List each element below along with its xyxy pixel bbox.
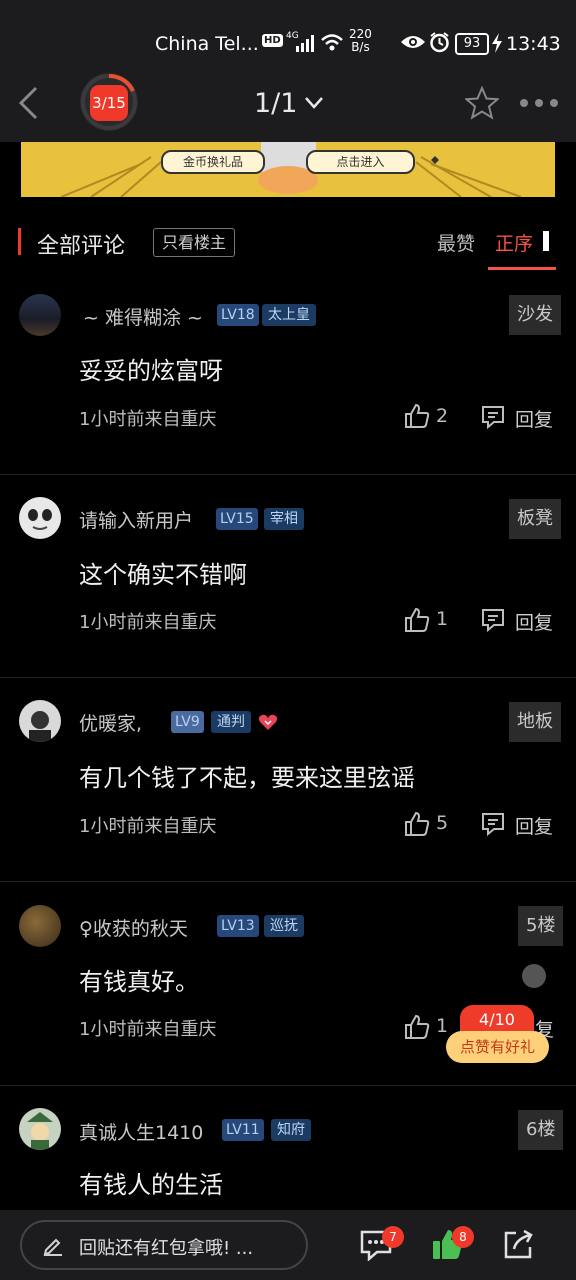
rank-badge: 知府 [271, 1119, 311, 1141]
thumbs-up-icon[interactable] [404, 607, 430, 633]
like-count-badge: 8 [452, 1226, 474, 1248]
comment-meta: 1小时前来自重庆 [79, 612, 217, 633]
comment-content[interactable]: 有钱真好。 [79, 962, 199, 997]
floating-dot-icon[interactable] [522, 964, 546, 988]
comment-username[interactable]: ♀收获的秋天 [79, 914, 188, 941]
floor-label: 板凳 [509, 499, 561, 539]
edit-pencil-icon [43, 1238, 62, 1256]
comment-divider [0, 474, 576, 475]
floor-label: 5楼 [518, 906, 564, 946]
comment-divider [0, 881, 576, 882]
comment-username[interactable]: ~ 难得糊涂 ~ [83, 303, 203, 330]
star-icon[interactable] [465, 86, 499, 120]
reply-icon[interactable] [480, 404, 506, 430]
rank-badge: 宰相 [264, 508, 304, 530]
rank-badge: 巡抚 [264, 915, 304, 937]
cartoon-avatar-icon [27, 1112, 53, 1150]
comment-username[interactable]: 请输入新用户 [79, 506, 193, 533]
page-indicator[interactable]: 1/1 [254, 88, 297, 119]
level-badge: LV18 [217, 304, 259, 326]
back-arrow-icon[interactable] [16, 85, 40, 121]
reply-button[interactable]: 回复 [515, 608, 553, 635]
comment-content[interactable]: 这个确实不错啊 [79, 555, 247, 590]
comment-meta: 1小时前来自重庆 [79, 1019, 217, 1040]
thumbs-up-icon[interactable] [404, 811, 430, 837]
clock: 13:43 [506, 33, 561, 55]
wifi-icon [321, 34, 343, 51]
section-accent-bar [18, 228, 21, 255]
heart-icon [258, 714, 278, 730]
comment-divider [0, 677, 576, 678]
comment-username[interactable]: 真诚人生1410 [79, 1118, 203, 1145]
comment-username[interactable]: 优暖家, [79, 709, 142, 736]
like-count: 1 [436, 608, 449, 630]
reply-icon[interactable] [480, 607, 506, 633]
like-reward-promo-button[interactable]: 点赞有好礼 [446, 1031, 549, 1063]
sort-indicator-icon [543, 231, 549, 251]
eye-icon [401, 36, 425, 48]
timer-badge: 3/15 [90, 85, 128, 121]
promo-banner[interactable]: 金币换礼品 点击进入 [21, 142, 555, 197]
level-badge: LV9 [171, 711, 204, 733]
thumbs-up-icon[interactable] [404, 1014, 430, 1040]
reply-button[interactable]: 回复 [515, 405, 553, 432]
level-badge: LV15 [216, 508, 258, 530]
level-badge: LV13 [217, 915, 259, 937]
like-count: 5 [436, 812, 449, 834]
avatar[interactable] [19, 497, 61, 539]
carrier-label: China Tel... [155, 33, 259, 55]
avatar[interactable] [19, 905, 61, 947]
alarm-icon [430, 32, 449, 53]
battery-level: 93 [463, 36, 481, 51]
floor-label: 6楼 [518, 1110, 564, 1150]
comment-content[interactable]: 有钱人的生活 [79, 1165, 223, 1200]
net-speed-value: 220 [349, 27, 372, 41]
hd-badge: HD [262, 34, 283, 47]
share-icon[interactable] [502, 1229, 534, 1261]
floor-label: 地板 [509, 702, 561, 742]
more-icon[interactable] [519, 98, 559, 108]
banner-right-pill: 点击进入 [306, 150, 415, 174]
floor-label: 沙发 [509, 295, 561, 335]
reply-button[interactable]: 回复 [515, 812, 553, 839]
reply-icon[interactable] [480, 811, 506, 837]
comment-content[interactable]: 有几个钱了不起，要来这里弦谣 [79, 758, 415, 793]
comment-divider [0, 1085, 576, 1086]
active-sort-underline [488, 267, 556, 270]
comment-content[interactable]: 妥妥的炫富呀 [79, 351, 223, 386]
charging-icon [492, 33, 502, 53]
chevron-down-icon[interactable] [304, 96, 324, 110]
comment-meta: 1小时前来自重庆 [79, 409, 217, 430]
like-count: 2 [436, 405, 449, 427]
rank-badge: 太上皇 [262, 304, 316, 326]
panda-avatar-icon [28, 509, 52, 530]
banner-rays-illustration [60, 142, 522, 197]
comment-meta: 1小时前来自重庆 [79, 816, 217, 837]
rank-badge: 通判 [211, 711, 251, 733]
like-count: 1 [436, 1015, 449, 1037]
comment-count-badge: 7 [382, 1226, 404, 1248]
person-avatar-icon [29, 711, 51, 742]
thumbs-up-icon[interactable] [404, 403, 430, 429]
avatar[interactable] [19, 1108, 61, 1150]
banner-left-pill: 金币换礼品 [161, 150, 265, 174]
battery-icon: 93 [455, 33, 489, 55]
signal-icon [296, 35, 314, 52]
avatar[interactable] [19, 700, 61, 742]
op-only-filter-button[interactable]: 只看楼主 [153, 228, 236, 257]
sort-by-likes-tab[interactable]: 最赞 [437, 229, 475, 256]
net-speed: 220 B/s [349, 28, 372, 54]
level-badge: LV11 [222, 1119, 264, 1141]
net-speed-unit: B/s [351, 40, 370, 54]
reply-input-placeholder: 回贴还有红包拿哦! ... [79, 1238, 254, 1259]
section-title: 全部评论 [37, 234, 126, 259]
sort-ascending-tab[interactable]: 正序 [495, 229, 533, 256]
avatar[interactable] [19, 294, 61, 336]
